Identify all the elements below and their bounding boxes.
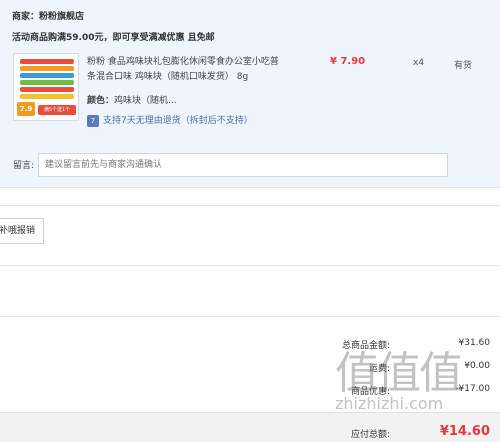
- product-title[interactable]: 粉粉 食品鸡味块礼包膨化休闲零食办公室小吃普条混合口味 鸡味块（随机口味发货） …: [87, 55, 287, 85]
- payable-total-bar: 应付总额: ¥14.60: [0, 412, 500, 442]
- product-attribute: 颜色：鸡味块（随机...: [87, 93, 177, 106]
- attribute-label: 颜色：: [87, 96, 115, 106]
- product-price: ¥ 7.90: [330, 56, 366, 67]
- product-quantity: x4: [413, 58, 425, 68]
- return-policy[interactable]: 7 支持7天无理由退货（拆封后不支持）: [87, 113, 253, 127]
- discount-label: 商品优惠:: [350, 387, 390, 397]
- thumb-stripe: [20, 80, 74, 85]
- thumb-promo-badge: 满5个送1个: [38, 105, 76, 115]
- thumb-stripe: [20, 94, 74, 99]
- return-policy-icon: 7: [87, 114, 99, 127]
- thumb-stripe: [20, 87, 74, 92]
- divider: [0, 316, 500, 317]
- divider: [0, 265, 500, 266]
- shipping-label: 运费:: [368, 364, 390, 374]
- payable-value: ¥14.60: [439, 424, 490, 439]
- goods-total-value: ¥31.60: [458, 338, 491, 348]
- attribute-value: 鸡味块（随机...: [114, 96, 177, 106]
- goods-total-label: 总商品金额:: [341, 341, 390, 351]
- thumb-stripe: [20, 59, 74, 64]
- note-input[interactable]: [38, 153, 448, 177]
- product-thumbnail[interactable]: 7.9 满5个送1个: [13, 53, 79, 121]
- order-item-block: 商家：粉粉旗舰店 活动商品购满59.00元，即可享受满减优惠 且免邮 7.9 满…: [0, 0, 500, 188]
- promo-text: 活动商品购满59.00元，即可享受满减优惠 且免邮: [12, 33, 215, 43]
- stock-status: 有货: [454, 61, 473, 71]
- merchant-info: 商家：粉粉旗舰店: [12, 9, 84, 22]
- note-label: 留言:: [13, 161, 35, 171]
- thumb-stripe: [20, 73, 74, 78]
- merchant-label: 商家：: [12, 12, 40, 22]
- payable-label: 应付总额:: [350, 430, 390, 440]
- return-policy-text: 支持7天无理由退货（拆封后不支持）: [103, 116, 253, 126]
- invoice-button[interactable]: 补哦报销: [0, 218, 44, 244]
- divider: [0, 205, 500, 206]
- shipping-value: ¥0.00: [464, 361, 490, 371]
- merchant-name[interactable]: 粉粉旗舰店: [39, 12, 84, 22]
- thumb-stripe: [20, 66, 74, 71]
- discount-value: -¥17.00: [455, 384, 490, 394]
- thumb-price-badge: 7.9: [17, 102, 35, 116]
